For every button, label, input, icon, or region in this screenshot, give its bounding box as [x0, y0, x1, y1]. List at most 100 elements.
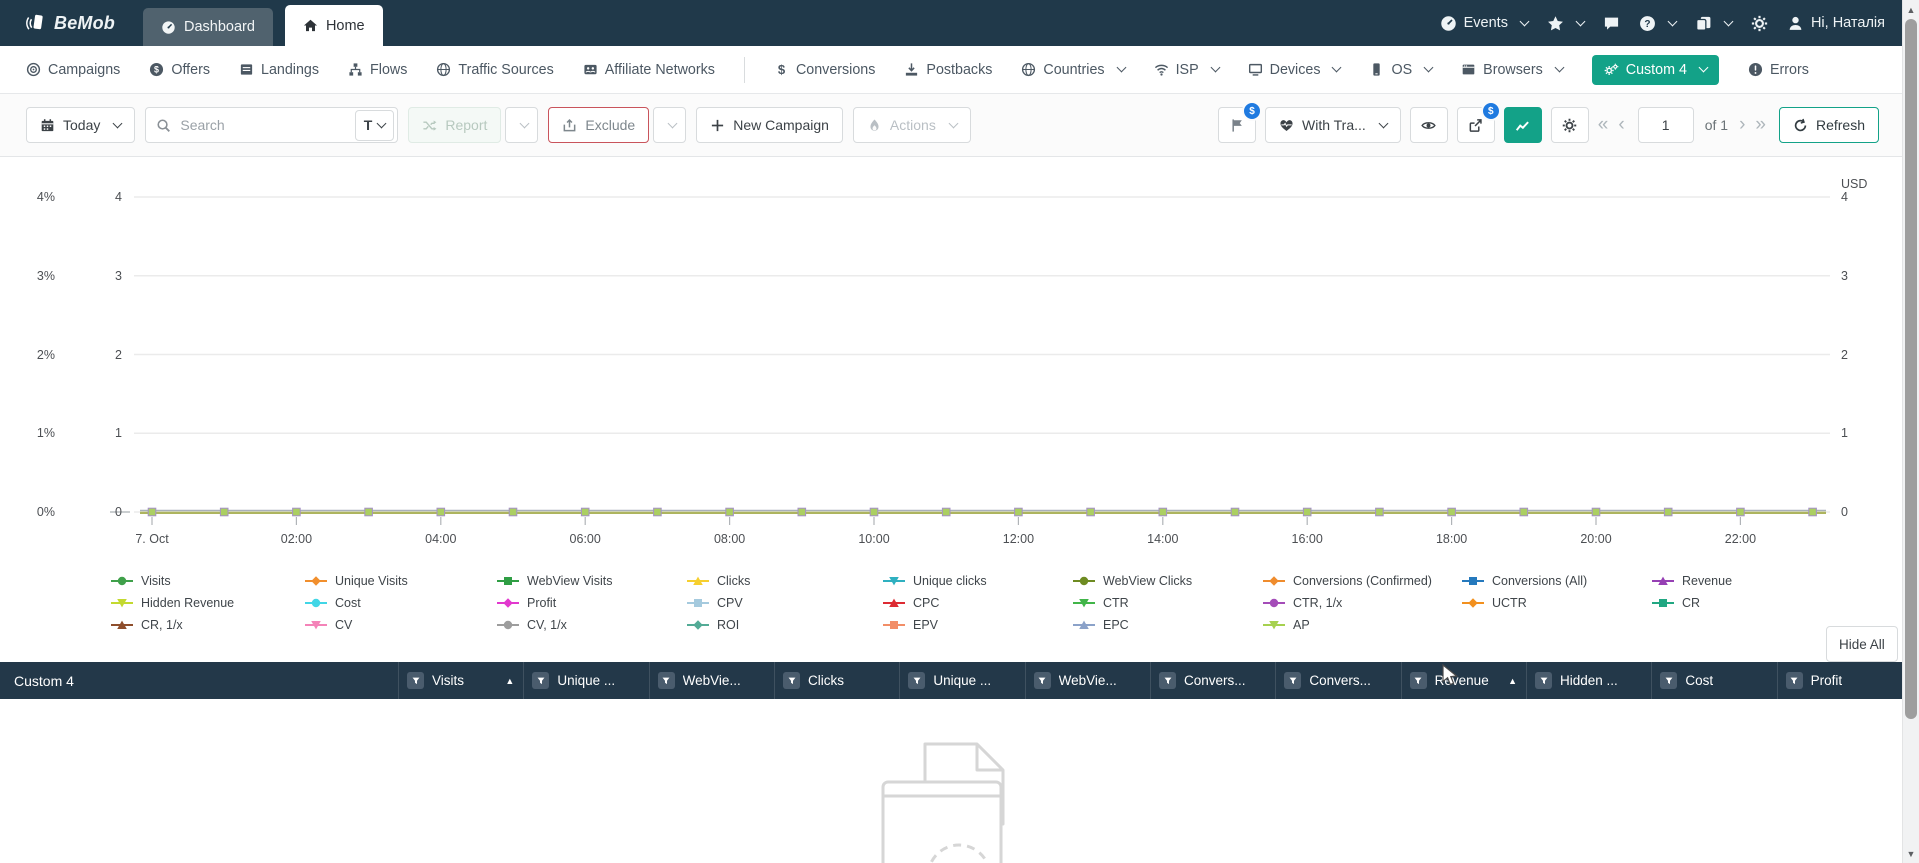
- filter-icon[interactable]: [1284, 672, 1302, 689]
- first-page-button[interactable]: «: [1598, 114, 1613, 136]
- export-button[interactable]: $: [1456, 101, 1501, 143]
- legend-item-epv[interactable]: EPV: [879, 617, 938, 633]
- nav-item-errors[interactable]: Errors: [1748, 62, 1809, 78]
- help-dropdown[interactable]: ?: [1639, 15, 1678, 32]
- legend-item-hidden-revenue[interactable]: Hidden Revenue: [107, 595, 234, 611]
- page-number-input[interactable]: [1637, 107, 1694, 143]
- legend-item-cr-1-x[interactable]: CR, 1/x: [107, 617, 183, 633]
- column-header-unique--1[interactable]: Unique ...: [523, 662, 648, 699]
- bemob-logo[interactable]: BeMob: [0, 13, 143, 34]
- filter-icon[interactable]: [1033, 672, 1051, 689]
- nav-item-devices[interactable]: Devices: [1248, 62, 1342, 78]
- traffic-filter-dropdown[interactable]: With Tra...: [1265, 107, 1401, 143]
- column-header-profit-11[interactable]: Profit: [1776, 662, 1902, 699]
- nav-item-campaigns[interactable]: Campaigns: [26, 62, 120, 78]
- nav-item-postbacks[interactable]: Postbacks: [904, 62, 992, 78]
- flag-filter-button[interactable]: $: [1218, 101, 1262, 143]
- filter-icon[interactable]: [657, 672, 675, 689]
- report-dropdown[interactable]: [505, 107, 539, 143]
- legend-item-ap[interactable]: AP: [1259, 617, 1310, 633]
- column-header-visits-0[interactable]: Visits ▲: [398, 662, 523, 699]
- chat-button[interactable]: [1603, 15, 1620, 32]
- column-header-cost-10[interactable]: Cost: [1651, 662, 1776, 699]
- nav-item-browsers[interactable]: Browsers: [1461, 62, 1565, 78]
- favorites-dropdown[interactable]: [1547, 15, 1586, 32]
- filter-icon[interactable]: [532, 672, 550, 689]
- legend-item-unique-clicks[interactable]: Unique clicks: [879, 573, 987, 589]
- exclude-button[interactable]: Exclude: [548, 107, 650, 143]
- filter-icon[interactable]: [783, 672, 800, 689]
- tab-home[interactable]: Home: [284, 5, 383, 46]
- legend-item-ctr[interactable]: CTR: [1069, 595, 1129, 611]
- user-menu[interactable]: Hi, Наталія: [1787, 15, 1885, 32]
- scroll-down-arrow[interactable]: ▼: [1903, 845, 1919, 862]
- hide-all-button[interactable]: Hide All: [1826, 626, 1898, 662]
- nav-item-custom-4[interactable]: Custom 4: [1591, 54, 1719, 85]
- column-header-convers--6[interactable]: Convers...: [1150, 662, 1275, 699]
- events-dropdown[interactable]: Events: [1440, 15, 1530, 32]
- scroll-up-arrow[interactable]: ▲: [1903, 1, 1919, 18]
- filter-icon[interactable]: [908, 672, 926, 689]
- legend-item-roi[interactable]: ROI: [683, 617, 739, 633]
- filter-icon[interactable]: [1535, 672, 1552, 689]
- legend-item-conversions-confirmed-[interactable]: Conversions (Confirmed): [1259, 573, 1432, 589]
- new-campaign-button[interactable]: New Campaign: [696, 107, 843, 143]
- chart-toggle-button[interactable]: [1503, 107, 1542, 143]
- column-header-clicks-3[interactable]: Clicks: [774, 662, 899, 699]
- legend-item-conversions-all-[interactable]: Conversions (All): [1458, 573, 1587, 589]
- legend-item-webview-clicks[interactable]: WebView Clicks: [1069, 573, 1192, 589]
- filter-icon[interactable]: [407, 672, 424, 689]
- legend-item-cpc[interactable]: CPC: [879, 595, 939, 611]
- nav-item-landings[interactable]: Landings: [239, 62, 319, 78]
- refresh-button[interactable]: Refresh: [1778, 107, 1879, 143]
- legend-item-webview-visits[interactable]: WebView Visits: [493, 573, 612, 589]
- nav-item-affiliate-networks[interactable]: Affiliate Networks: [583, 62, 715, 78]
- group-column-header[interactable]: Custom 4: [0, 662, 74, 699]
- legend-item-revenue[interactable]: Revenue: [1648, 573, 1732, 589]
- legend-item-cost[interactable]: Cost: [301, 595, 361, 611]
- legend-item-ctr-1-x[interactable]: CTR, 1/x: [1259, 595, 1342, 611]
- nav-item-offers[interactable]: $ Offers: [149, 62, 210, 78]
- last-page-button[interactable]: »: [1755, 114, 1770, 136]
- column-header-webvie--2[interactable]: WebVie...: [648, 662, 774, 699]
- actions-dropdown[interactable]: Actions: [852, 107, 971, 143]
- search-input[interactable]: [178, 116, 355, 134]
- prev-page-button[interactable]: ‹: [1618, 114, 1628, 136]
- nav-item-traffic-sources[interactable]: Traffic Sources: [436, 62, 554, 78]
- search-type-dropdown[interactable]: T: [354, 109, 395, 141]
- legend-item-cr[interactable]: CR: [1648, 595, 1700, 611]
- nav-item-flows[interactable]: Flows: [348, 62, 407, 78]
- report-button[interactable]: Report: [408, 107, 502, 143]
- vertical-scrollbar[interactable]: ▲ ▼: [1902, 0, 1919, 863]
- windows-dropdown[interactable]: [1695, 15, 1734, 32]
- column-header-revenue-8[interactable]: Revenue ▲: [1400, 662, 1526, 699]
- filter-icon[interactable]: [1409, 672, 1427, 689]
- filter-icon[interactable]: [1159, 672, 1176, 689]
- nav-item-countries[interactable]: Countries: [1021, 62, 1127, 78]
- table-settings-button[interactable]: [1550, 107, 1589, 143]
- next-page-button[interactable]: ›: [1739, 114, 1749, 136]
- legend-item-clicks[interactable]: Clicks: [683, 573, 750, 589]
- legend-item-cv[interactable]: CV: [301, 617, 352, 633]
- legend-item-epc[interactable]: EPC: [1069, 617, 1129, 633]
- column-header-webvie--5[interactable]: WebVie...: [1024, 662, 1150, 699]
- legend-item-profit[interactable]: Profit: [493, 595, 556, 611]
- column-header-convers--7[interactable]: Convers...: [1275, 662, 1400, 699]
- nav-item-os[interactable]: OS: [1369, 62, 1434, 78]
- nav-item-conversions[interactable]: $ Conversions: [774, 62, 876, 78]
- column-header-unique--4[interactable]: Unique ...: [899, 662, 1024, 699]
- filter-icon[interactable]: [1785, 672, 1803, 689]
- legend-item-cv-1-x[interactable]: CV, 1/x: [493, 617, 567, 633]
- visibility-button[interactable]: [1409, 107, 1448, 143]
- tab-dashboard[interactable]: Dashboard: [143, 8, 273, 46]
- date-range-button[interactable]: Today: [26, 107, 136, 143]
- legend-item-unique-visits[interactable]: Unique Visits: [301, 573, 408, 589]
- column-header-hidden--9[interactable]: Hidden ...: [1526, 662, 1651, 699]
- filter-icon[interactable]: [1660, 672, 1678, 689]
- exclude-dropdown[interactable]: [653, 107, 687, 143]
- legend-item-cpv[interactable]: CPV: [683, 595, 743, 611]
- settings-button[interactable]: [1751, 15, 1768, 32]
- legend-item-visits[interactable]: Visits: [107, 573, 171, 589]
- nav-item-isp[interactable]: ISP: [1154, 62, 1221, 78]
- legend-item-uctr[interactable]: UCTR: [1458, 595, 1527, 611]
